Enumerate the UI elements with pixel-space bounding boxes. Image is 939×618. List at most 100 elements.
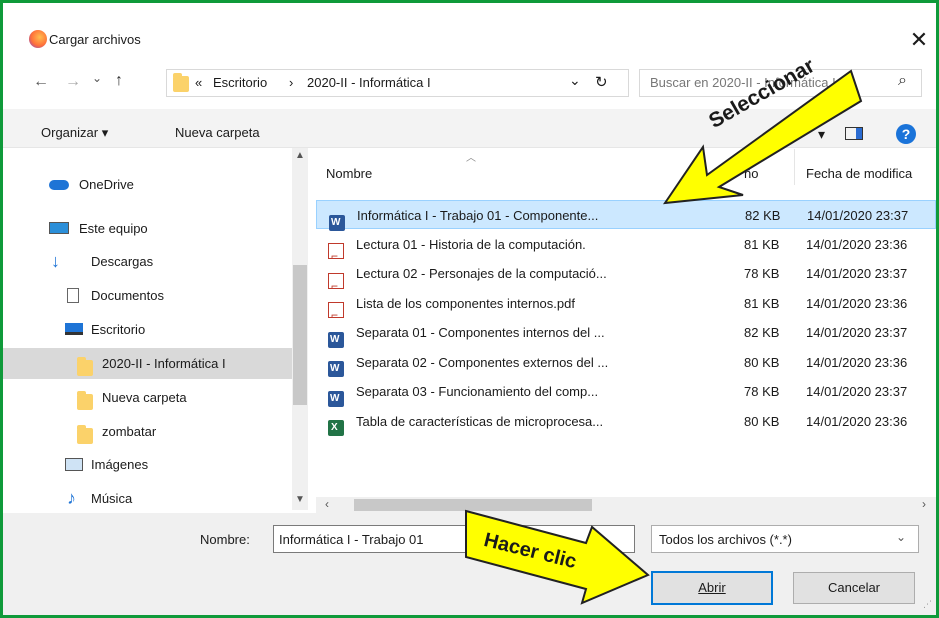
file-row[interactable]: Separata 03 - Funcionamiento del comp...… (316, 377, 936, 407)
computer-icon (49, 222, 69, 234)
scroll-up-icon[interactable]: ▲ (295, 150, 305, 161)
pdf-file-icon (328, 272, 344, 301)
sidebar-item-imagenes[interactable]: Imágenes (3, 449, 292, 480)
sidebar-item-escritorio[interactable]: Escritorio (3, 314, 292, 345)
desktop-icon (65, 323, 83, 335)
excel-file-icon (328, 420, 344, 437)
address-dropdown-icon[interactable]: ⌄ (569, 72, 581, 89)
breadcrumb-current-folder[interactable]: 2020-II - Informática I (307, 75, 431, 90)
organize-menu[interactable]: Organizar ▾ (41, 125, 108, 141)
sidebar-item-este-equipo[interactable]: Este equipo (3, 213, 292, 244)
file-size: 80 KB (744, 354, 780, 370)
file-name: Informática I - Trabajo 01 - Componente.… (357, 208, 599, 223)
title-bar: Cargar archivos ✕ (3, 3, 936, 52)
sidebar-item-label: OneDrive (79, 177, 134, 192)
chevron-down-icon: ⌄ (896, 530, 907, 544)
file-name: Tabla de características de microprocesa… (356, 413, 604, 429)
navigation-pane: OneDrive Este equipo ↓ Descargas Documen… (3, 148, 308, 510)
refresh-icon[interactable]: ↻ (595, 73, 608, 91)
sidebar-item-label: Imágenes (91, 457, 149, 472)
sidebar-item-documentos[interactable]: Documentos (3, 280, 292, 311)
close-button[interactable]: ✕ (906, 26, 932, 54)
file-row[interactable]: Lectura 02 - Personajes de la computació… (316, 259, 936, 301)
new-folder-button[interactable]: Nueva carpeta (175, 125, 260, 140)
resize-grip-icon[interactable]: ⋰ (923, 599, 932, 610)
breadcrumb-escritorio[interactable]: Escritorio (213, 75, 267, 90)
sidebar-item-zombatar[interactable]: zombatar (3, 416, 292, 447)
folder-icon (77, 357, 93, 376)
file-size: 80 KB (744, 413, 780, 429)
pdf-file-icon (328, 242, 344, 271)
sidebar-item-label: Descargas (91, 254, 154, 269)
open-button-label: Abrir (698, 580, 726, 595)
filetype-select[interactable]: Todos los archivos (*.*) ⌄ (651, 525, 919, 553)
file-date: 14/01/2020 23:37 (806, 325, 908, 340)
forward-button[interactable]: → (65, 73, 81, 91)
sidebar-item-label: zombatar (102, 424, 157, 439)
window-title: Cargar archivos (49, 32, 141, 47)
file-size: 81 KB (744, 236, 780, 252)
file-date: 14/01/2020 23:36 (806, 413, 908, 429)
filename-label: Nombre: (200, 532, 250, 547)
column-name[interactable]: Nombre (326, 166, 372, 181)
file-date: 14/01/2020 23:37 (806, 384, 908, 399)
file-size: 78 KB (744, 384, 780, 399)
file-row[interactable]: Separata 02 - Componentes externos del .… (316, 348, 936, 378)
scroll-down-icon[interactable]: ▼ (295, 494, 305, 505)
address-bar[interactable]: « Escritorio › 2020-II - Informática I ⌄… (166, 69, 629, 97)
file-size: 78 KB (744, 266, 780, 281)
word-file-icon (328, 390, 344, 407)
scroll-right-icon[interactable]: › (922, 497, 926, 511)
pdf-file-icon (328, 301, 344, 330)
file-date: 14/01/2020 23:37 (806, 266, 908, 281)
word-file-icon (328, 331, 344, 348)
file-row[interactable]: Lectura 01 - Historia de la computación.… (316, 230, 936, 271)
file-date: 14/01/2020 23:36 (806, 236, 908, 252)
scroll-left-icon[interactable]: ‹ (325, 497, 329, 511)
sidebar-item-2020-ii-informatica[interactable]: 2020-II - Informática I (3, 348, 292, 379)
file-row[interactable]: Tabla de características de microprocesa… (316, 407, 936, 437)
sort-up-icon: ︿ (466, 153, 476, 164)
sidebar-item-label: Música (91, 491, 133, 506)
dialog-window: Cargar archivos ✕ ← → ⌄ ↑ « Escritorio ›… (0, 0, 939, 618)
sidebar-item-descargas[interactable]: ↓ Descargas (3, 246, 292, 277)
word-file-icon (329, 214, 345, 231)
file-size: 81 KB (744, 295, 780, 311)
file-name: Lectura 02 - Personajes de la computació… (356, 266, 607, 281)
download-arrow-icon: ↓ (51, 251, 60, 271)
sidebar-item-nueva-carpeta[interactable]: Nueva carpeta (3, 382, 292, 413)
sidebar-item-label: Nueva carpeta (102, 390, 187, 405)
open-button[interactable]: Abrir (651, 571, 773, 605)
folder-icon (173, 73, 189, 92)
folder-icon (77, 391, 93, 410)
cancel-button[interactable]: Cancelar (793, 572, 915, 604)
filename-value: Informática I - Trabajo 01 (279, 532, 424, 547)
file-date: 14/01/2020 23:36 (806, 295, 908, 311)
breadcrumb-overflow[interactable]: « (195, 75, 202, 90)
sidebar-scroll-thumb[interactable] (293, 265, 307, 405)
sidebar-item-musica[interactable]: ♪ Música (3, 483, 292, 514)
back-button[interactable]: ← (33, 73, 49, 91)
file-date: 14/01/2020 23:36 (806, 354, 908, 370)
file-name: Separata 03 - Funcionamiento del comp... (356, 384, 599, 399)
sidebar-item-onedrive[interactable]: OneDrive (3, 169, 292, 200)
file-name: Separata 02 - Componentes externos del .… (356, 354, 609, 370)
file-row[interactable]: Lista de los componentes internos.pdf 81 … (316, 289, 936, 330)
file-row[interactable]: Separata 01 - Componentes internos del .… (316, 318, 936, 348)
cloud-icon (49, 180, 69, 190)
music-note-icon: ♪ (67, 488, 76, 508)
file-name: Lista de los componentes internos.pdf (356, 295, 575, 311)
sidebar-item-label: Documentos (91, 288, 164, 303)
sidebar-item-label: 2020-II - Informática I (102, 356, 226, 371)
up-button[interactable]: ↑ (115, 72, 123, 90)
recent-locations-button[interactable]: ⌄ (92, 71, 102, 85)
cancel-button-label: Cancelar (827, 580, 881, 595)
file-name: Separata 01 - Componentes internos del .… (356, 325, 605, 340)
file-name: Lectura 01 - Historia de la computación. (356, 236, 586, 252)
word-file-icon (328, 361, 344, 378)
sidebar-item-label: Escritorio (91, 322, 146, 337)
filetype-value: Todos los archivos (*.*) (659, 532, 792, 547)
firefox-icon (29, 30, 47, 48)
breadcrumb-separator: › (289, 75, 294, 90)
file-size: 82 KB (744, 325, 780, 340)
